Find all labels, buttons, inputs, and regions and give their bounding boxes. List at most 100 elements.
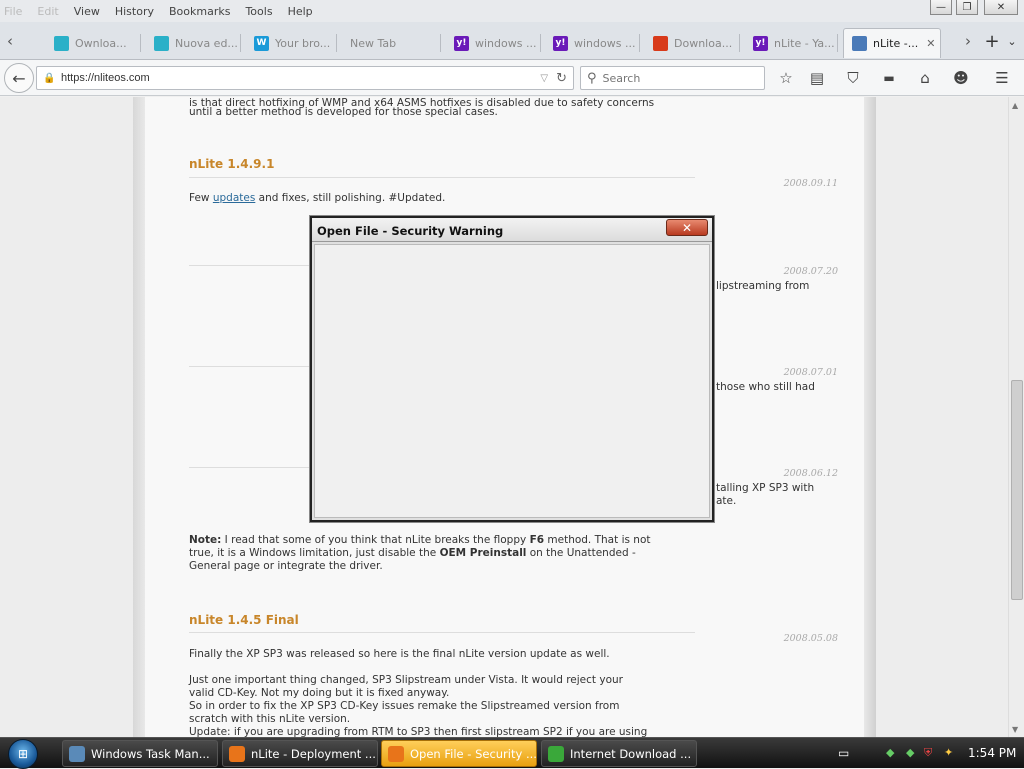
vertical-scrollbar[interactable]: ▲ ▼ — [1008, 97, 1024, 737]
tab-separator — [739, 34, 740, 52]
post-text: Few updates and fixes, still polishing. … — [189, 192, 699, 205]
edit-icon — [154, 35, 169, 51]
text: OEM Preinstall — [439, 547, 527, 559]
emoji-icon[interactable]: ☻ — [949, 66, 973, 90]
search-box[interactable]: ⚲ — [580, 66, 765, 90]
network-tray-icon[interactable]: ◆ — [886, 746, 894, 759]
note-line: General page or integrate the driver. — [189, 560, 383, 572]
url-text[interactable]: https://nliteos.com — [61, 72, 540, 84]
note-label: Note: — [189, 534, 222, 546]
divider — [189, 177, 695, 178]
restore-button[interactable]: ❐ — [956, 0, 978, 15]
updates-link[interactable]: updates — [213, 192, 255, 204]
url-dropdown-icon[interactable]: ▽ — [540, 73, 548, 84]
windows-logo-icon: ⊞ — [17, 747, 29, 761]
idm-icon — [548, 745, 564, 762]
yahoo-icon: y! — [753, 35, 768, 51]
browser-tab[interactable]: Nuova ed... — [146, 28, 242, 58]
browser-tab[interactable]: y! windows ... — [446, 28, 542, 58]
download-icon — [54, 35, 69, 51]
browser-tab[interactable]: W Your bro... — [246, 28, 338, 58]
tab-label: Nuova ed... — [175, 36, 238, 50]
start-button[interactable]: ⊞ — [8, 739, 38, 769]
taskbar: ⊞ Windows Task Man... nLite - Deployment … — [0, 737, 1024, 769]
tab-separator — [240, 34, 241, 52]
menu-item-bookmarks[interactable]: Bookmarks — [169, 5, 230, 18]
post-date: 2008.07.01 — [783, 367, 838, 378]
scrollbar-thumb[interactable] — [1011, 380, 1023, 600]
scroll-up-icon[interactable]: ▲ — [1012, 101, 1018, 110]
menu-item-tools[interactable]: Tools — [245, 5, 272, 18]
tab-label: windows ... — [574, 36, 636, 50]
dialog-close-button[interactable]: ✕ — [666, 219, 708, 236]
taskbar-button[interactable]: Open File - Security ... — [381, 740, 537, 767]
keyboard-tray-icon[interactable]: ▭ — [838, 746, 849, 760]
clock[interactable]: 1:54 PM — [968, 746, 1016, 760]
tab-separator — [140, 34, 141, 52]
paragraph-line: until a better method is developed for t… — [189, 106, 498, 118]
new-tab-icon[interactable]: + — [982, 29, 1002, 53]
paragraph-line: Just one important thing changed, SP3 Sl… — [189, 674, 623, 686]
back-icon[interactable]: ← — [4, 63, 34, 93]
menu-item-help[interactable]: Help — [288, 5, 313, 18]
menu-item-history[interactable]: History — [115, 5, 154, 18]
text: F6 — [529, 534, 545, 546]
search-input[interactable] — [602, 71, 753, 85]
paragraph-line: scratch with this nLite version. — [189, 713, 351, 725]
dialog-titlebar[interactable]: Open File - Security Warning ✕ — [312, 218, 712, 242]
tab-strip: ‹ Ownloa... Nuova ed... W Your bro... New Ta… — [0, 22, 1024, 60]
page-shadow-left — [133, 97, 145, 737]
browser-tab[interactable]: New Tab — [342, 28, 442, 58]
partial-text: lipstreaming from — [716, 280, 810, 292]
close-window-button[interactable]: ✕ — [984, 0, 1018, 15]
post-title[interactable]: nLite 1.4.9.1 — [189, 157, 274, 171]
browser-tab[interactable]: Downloa... — [645, 28, 741, 58]
yahoo-icon: y! — [454, 35, 469, 51]
partial-text: those who still had — [716, 381, 815, 393]
menu-item-file[interactable]: File — [4, 5, 22, 18]
tab-close-icon[interactable]: ✕ — [926, 37, 935, 50]
browser-tab[interactable]: y! nLite - Ya... — [745, 28, 839, 58]
hamburger-menu-icon[interactable]: ☰ — [990, 66, 1014, 90]
taskbar-button[interactable]: Internet Download ... — [541, 740, 697, 767]
security-tray-icon[interactable]: ⛨ — [924, 746, 932, 760]
post-date: 2008.05.08 — [783, 633, 838, 644]
url-bar[interactable]: 🔒 https://nliteos.com ▽ ↻ — [36, 66, 574, 90]
taskbar-button[interactable]: Windows Task Man... — [62, 740, 218, 767]
sync-icon[interactable]: ▬ — [877, 66, 901, 90]
flag-tray-icon[interactable]: ✦ — [944, 746, 953, 759]
minimize-button[interactable]: — — [930, 0, 952, 15]
firefox-icon — [229, 745, 245, 762]
idm-tray-icon[interactable]: ◆ — [906, 746, 914, 759]
partial-text: ate. — [716, 495, 737, 507]
scroll-down-icon[interactable]: ▼ — [1012, 725, 1018, 734]
browser-tab[interactable]: Ownloa... — [46, 28, 142, 58]
tab-label: Downloa... — [674, 36, 733, 50]
tab-list-icon[interactable]: ⌄ — [1002, 29, 1022, 53]
home-icon[interactable]: ⌂ — [913, 66, 937, 90]
yahoo-icon: y! — [553, 35, 568, 51]
tab-scroll-left-icon[interactable]: ‹ — [0, 29, 20, 53]
menu-item-view[interactable]: View — [74, 5, 100, 18]
tab-separator — [837, 34, 838, 52]
post-date: 2008.06.12 — [783, 468, 838, 479]
text: and fixes, still polishing. #Updated. — [255, 192, 446, 204]
bookmark-star-icon[interactable]: ☆ — [774, 66, 798, 90]
tab-scroll-right-icon[interactable]: › — [958, 29, 978, 53]
paragraph-line: valid CD-Key. Not my doing but it is fix… — [189, 687, 450, 699]
tab-separator — [540, 34, 541, 52]
reading-list-icon[interactable]: ▤ — [805, 66, 829, 90]
reload-icon[interactable]: ↻ — [556, 71, 567, 86]
paragraph-line: Update: if you are upgrading from RTM to… — [189, 726, 648, 737]
browser-tab[interactable]: y! windows ... — [545, 28, 641, 58]
tab-separator — [639, 34, 640, 52]
taskbar-button[interactable]: nLite - Deployment ... — [222, 740, 378, 767]
lock-icon: 🔒 — [43, 72, 56, 84]
paragraph-line: So in order to fix the XP SP3 CD-Key iss… — [189, 700, 620, 712]
menu-item-edit[interactable]: Edit — [37, 5, 58, 18]
navigation-bar: ← 🔒 https://nliteos.com ▽ ↻ ⚲ ☆ ▤ ⛉ ▬ ⌂ … — [0, 60, 1024, 96]
text: true, it is a Windows limitation, just d… — [189, 547, 440, 559]
browser-tab[interactable]: nLite -... ✕ — [843, 28, 941, 58]
pocket-icon[interactable]: ⛉ — [841, 66, 865, 90]
post-title[interactable]: nLite 1.4.5 Final — [189, 613, 299, 627]
